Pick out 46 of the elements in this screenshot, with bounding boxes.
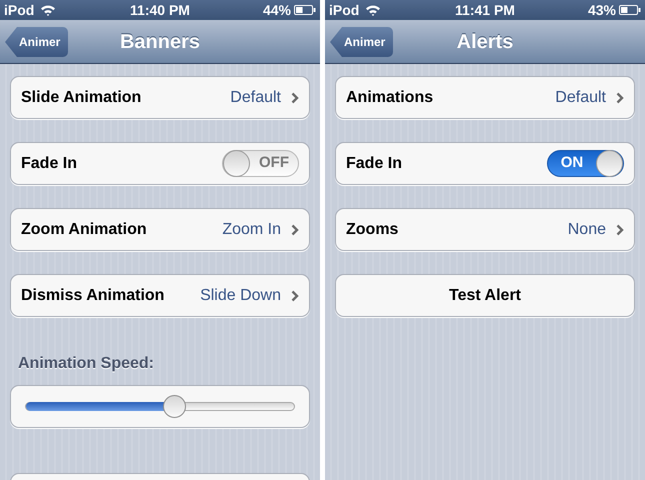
chevron-icon	[291, 290, 299, 302]
row-label: Fade In	[346, 154, 402, 174]
wifi-icon	[365, 4, 382, 16]
toggle-switch[interactable]: OFF	[222, 150, 299, 177]
status-time: 11:40 PM	[129, 0, 191, 20]
nav-title: Alerts	[456, 30, 514, 54]
row-value: Zoom In	[222, 220, 281, 240]
settings-row[interactable]: Slide Animation Default	[10, 76, 310, 119]
battery-icon	[619, 5, 641, 15]
chevron-icon	[291, 92, 299, 104]
toggle-switch[interactable]: ON	[547, 150, 624, 177]
chevron-icon	[616, 92, 624, 104]
row-value: None	[568, 220, 606, 240]
status-time: 11:41 PM	[454, 0, 516, 20]
slider-label: Animation Speed:	[18, 354, 156, 374]
battery-percent: 43%	[588, 0, 616, 20]
switch-text: ON	[560, 153, 584, 174]
carrier-text: iPod	[329, 0, 360, 20]
row-value: Default	[555, 88, 606, 108]
switch-text: OFF	[258, 153, 290, 174]
row-label: Animations	[346, 88, 434, 108]
chevron-icon	[616, 224, 624, 236]
nav-title: Banners	[120, 30, 200, 54]
row-label: Dismiss Animation	[21, 286, 164, 306]
settings-row[interactable]: Zoom Animation Zoom In	[10, 208, 310, 251]
settings-row[interactable]: Dismiss Animation Slide Down	[10, 274, 310, 317]
row-label: Fade In	[21, 154, 78, 174]
row-value: Slide Down	[200, 286, 281, 306]
row-label: Zoom Animation	[21, 220, 147, 240]
switch-knob	[596, 150, 623, 177]
settings-row[interactable]: Zooms None	[335, 208, 635, 251]
back-button[interactable]: Animer	[330, 27, 394, 57]
switch-knob	[223, 150, 250, 177]
wifi-icon	[40, 4, 56, 16]
speed-slider[interactable]	[25, 395, 295, 418]
row-label: Slide Animation	[21, 88, 142, 108]
chevron-icon	[291, 224, 299, 236]
row-label: Zooms	[346, 220, 398, 240]
slider-thumb[interactable]	[162, 395, 186, 418]
back-button[interactable]: Animer	[5, 27, 68, 57]
carrier-text: iPod	[4, 0, 34, 20]
test-alert-button[interactable]: Test Alert	[335, 274, 635, 317]
row-value: Default	[230, 88, 281, 108]
settings-row[interactable]: Animations Default	[335, 76, 635, 119]
battery-percent: 44%	[262, 0, 291, 20]
battery-icon	[294, 5, 316, 15]
